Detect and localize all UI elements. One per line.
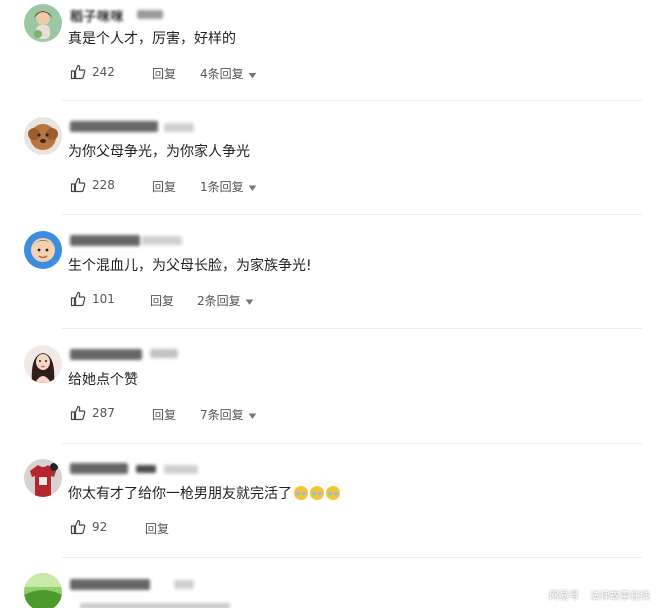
reply-button[interactable]: 回复 xyxy=(152,65,176,82)
like-count: 92 xyxy=(92,520,108,534)
comment-text: 生个混血儿，为父母长脸，为家族争光! xyxy=(68,258,312,274)
reply-button[interactable]: 回复 xyxy=(152,406,176,423)
like-button[interactable]: 287 xyxy=(70,405,115,421)
baby-avatar-icon[interactable] xyxy=(24,231,62,269)
view-replies-label: 7条回复 xyxy=(200,408,244,422)
jersey-avatar-icon[interactable] xyxy=(24,459,62,497)
view-replies-label: 2条回复 xyxy=(197,294,241,308)
laughing-tears-emoji-icon xyxy=(310,486,324,500)
divider xyxy=(62,214,642,215)
redacted-username[interactable] xyxy=(70,235,140,246)
like-count: 228 xyxy=(92,178,115,192)
redacted-username[interactable] xyxy=(70,349,142,360)
comment-text: 真是个人才，厉害，好样的 xyxy=(68,31,236,47)
watermark-source: 网易号 xyxy=(549,591,579,602)
like-button[interactable]: 228 xyxy=(70,177,115,193)
comment-text: 给她点个赞 xyxy=(68,372,138,388)
watermark-channel: 法律故事在线 xyxy=(590,591,650,602)
chevron-down-icon: ▼ xyxy=(245,298,254,307)
thumbs-up-icon xyxy=(70,177,86,193)
redacted-tag xyxy=(174,580,194,589)
comment-text: 你太有才了给你一枪男朋友就完活了 xyxy=(68,483,340,503)
thumbs-up-icon xyxy=(70,291,86,307)
view-replies-label: 4条回复 xyxy=(200,67,244,81)
redacted-tag xyxy=(164,123,194,132)
reply-button[interactable]: 回复 xyxy=(152,178,176,195)
reply-button[interactable]: 回复 xyxy=(145,520,169,537)
view-replies-button[interactable]: 7条回复 ▼ xyxy=(200,406,256,423)
view-replies-button[interactable]: 1条回复 ▼ xyxy=(200,178,256,195)
view-replies-button[interactable]: 4条回复 ▼ xyxy=(200,65,256,82)
divider xyxy=(62,328,642,329)
like-button[interactable]: 242 xyxy=(70,64,115,80)
landscape-avatar-icon[interactable] xyxy=(24,573,62,608)
comment-text: 为你父母争光，为你家人争光 xyxy=(68,144,250,160)
like-button[interactable]: 101 xyxy=(70,291,115,307)
divider xyxy=(62,557,642,558)
comment-text-body: 你太有才了给你一枪男朋友就完活了 xyxy=(68,486,292,502)
thumbs-up-icon xyxy=(70,64,86,80)
chevron-down-icon: ▼ xyxy=(248,71,257,80)
divider xyxy=(62,443,642,444)
like-count: 101 xyxy=(92,292,115,306)
girl-avatar-icon[interactable] xyxy=(24,4,62,42)
redacted-tag xyxy=(136,465,156,473)
woman-avatar-icon[interactable] xyxy=(24,345,62,383)
divider xyxy=(62,100,642,101)
thumbs-up-icon xyxy=(70,405,86,421)
comment-list: 稻子咪咪 真是个人才，厉害，好样的 242 回复 4条回复 ▼ 为你父母争光，为… xyxy=(0,0,660,608)
watermark-separator xyxy=(584,590,585,600)
redacted-tag xyxy=(137,10,163,19)
username[interactable]: 稻子咪咪 xyxy=(70,6,124,25)
redacted-comment-text xyxy=(80,603,230,608)
laughing-tears-emoji-icon xyxy=(294,486,308,500)
reply-button[interactable]: 回复 xyxy=(150,292,174,309)
dog-avatar-icon[interactable] xyxy=(24,117,62,155)
view-replies-button[interactable]: 2条回复 ▼ xyxy=(197,292,253,309)
like-button[interactable]: 92 xyxy=(70,519,107,535)
redacted-username[interactable] xyxy=(70,579,150,590)
redacted-tag xyxy=(142,236,182,245)
redacted-username[interactable] xyxy=(70,463,128,474)
like-count: 287 xyxy=(92,406,115,420)
like-count: 242 xyxy=(92,65,115,79)
redacted-tag xyxy=(150,349,178,358)
chevron-down-icon: ▼ xyxy=(248,412,257,421)
thumbs-up-icon xyxy=(70,519,86,535)
redacted-username[interactable] xyxy=(70,121,158,132)
laughing-tears-emoji-icon xyxy=(326,486,340,500)
chevron-down-icon: ▼ xyxy=(248,184,257,193)
watermark: 网易号 法律故事在线 xyxy=(549,587,650,602)
view-replies-label: 1条回复 xyxy=(200,180,244,194)
redacted-tag xyxy=(164,465,198,474)
